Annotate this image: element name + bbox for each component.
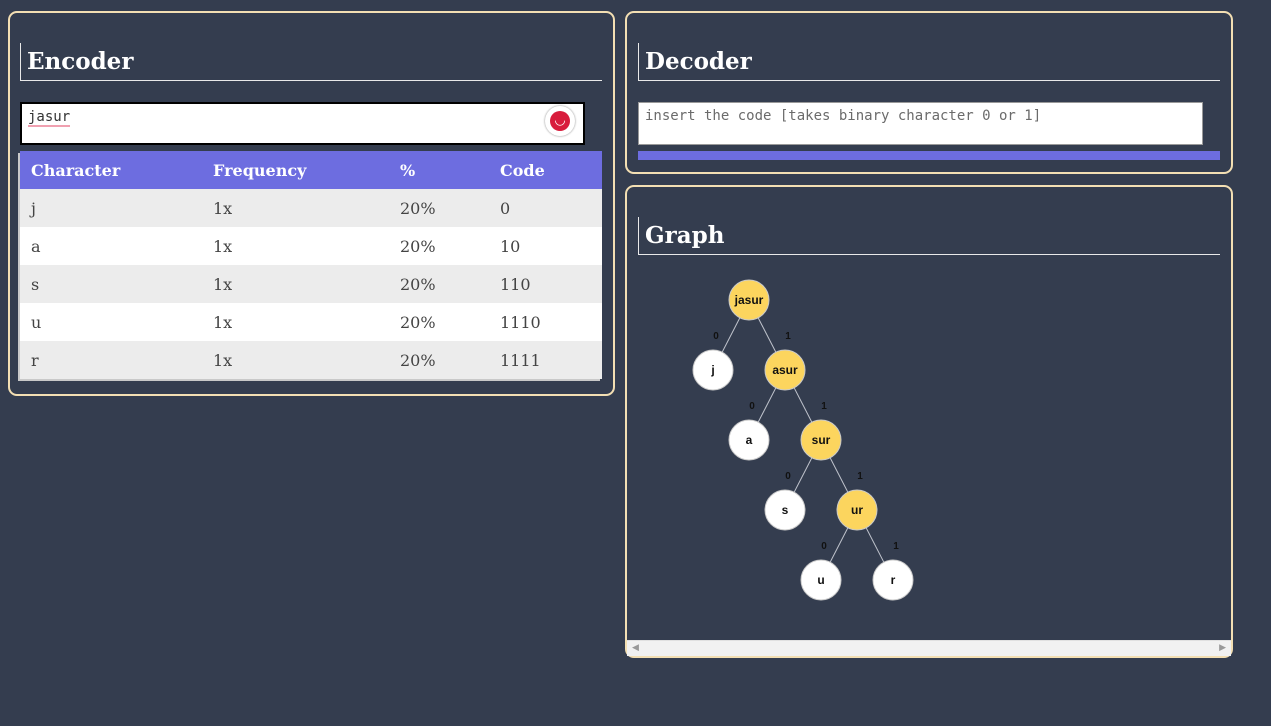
- cell-code: 1111: [489, 341, 602, 379]
- node-label: u: [817, 573, 824, 587]
- encoder-input[interactable]: jasur: [20, 102, 585, 145]
- refresh-icon: ◡: [550, 111, 570, 131]
- cell-frequency: 1x: [202, 341, 389, 379]
- decoder-input[interactable]: insert the code [takes binary character …: [638, 102, 1203, 145]
- cell-percent: 20%: [389, 227, 489, 265]
- table-row: j 1x 20% 0: [20, 189, 602, 227]
- cell-frequency: 1x: [202, 265, 389, 303]
- table-row: a 1x 20% 10: [20, 227, 602, 265]
- node-label: r: [891, 573, 896, 587]
- node-label: sur: [812, 433, 831, 447]
- node-label: ur: [851, 503, 863, 517]
- cell-frequency: 1x: [202, 189, 389, 227]
- edge-bit-label: 0: [713, 331, 719, 342]
- graph-title: Graph: [638, 217, 1220, 255]
- cell-character: j: [20, 189, 202, 227]
- edge-bit-label: 1: [857, 471, 863, 482]
- edge-bit-label: 1: [893, 541, 899, 552]
- frequency-table: Character Frequency % Code j 1x 20% 0 a …: [20, 151, 602, 379]
- column-header-character: Character: [20, 151, 202, 189]
- edge-bit-label: 0: [785, 471, 791, 482]
- edge-bit-label: 1: [785, 331, 791, 342]
- encoder-title: Encoder: [20, 43, 602, 81]
- table-row: s 1x 20% 110: [20, 265, 602, 303]
- decoder-title: Decoder: [638, 43, 1220, 81]
- huffman-tree: 0 10 10 10 1jasurj asura surs uru r: [692, 279, 914, 601]
- cell-character: u: [20, 303, 202, 341]
- cell-percent: 20%: [389, 303, 489, 341]
- scroll-left-icon[interactable]: ◀: [632, 643, 639, 653]
- edge-bit-label: 1: [821, 401, 827, 412]
- node-label: asur: [772, 363, 798, 377]
- scroll-right-icon[interactable]: ▶: [1219, 643, 1226, 653]
- cell-percent: 20%: [389, 189, 489, 227]
- cell-code: 110: [489, 265, 602, 303]
- cell-character: a: [20, 227, 202, 265]
- table-header-row: Character Frequency % Code: [20, 151, 602, 189]
- encoder-input-value: jasur: [28, 109, 71, 127]
- cell-character: r: [20, 341, 202, 379]
- table-row: u 1x 20% 1110: [20, 303, 602, 341]
- column-header-percent: %: [389, 151, 489, 189]
- decoder-input-placeholder: insert the code [takes binary character …: [645, 108, 1042, 124]
- cell-character: s: [20, 265, 202, 303]
- node-label: s: [782, 503, 789, 517]
- column-header-frequency: Frequency: [202, 151, 389, 189]
- node-label: a: [746, 433, 753, 447]
- node-label: jasur: [734, 293, 764, 307]
- decoder-output-bar: [638, 151, 1220, 160]
- cell-code: 10: [489, 227, 602, 265]
- column-header-code: Code: [489, 151, 602, 189]
- edge-bit-label: 0: [821, 541, 827, 552]
- cell-frequency: 1x: [202, 303, 389, 341]
- edge-bit-label: 0: [749, 401, 755, 412]
- cell-percent: 20%: [389, 341, 489, 379]
- table-row: r 1x 20% 1111: [20, 341, 602, 379]
- cell-frequency: 1x: [202, 227, 389, 265]
- cell-percent: 20%: [389, 265, 489, 303]
- cell-code: 0: [489, 189, 602, 227]
- horizontal-scrollbar[interactable]: ◀ ▶: [627, 640, 1231, 656]
- clear-button[interactable]: ◡: [545, 106, 575, 136]
- cell-code: 1110: [489, 303, 602, 341]
- node-label: j: [710, 363, 714, 377]
- decoder-panel: [625, 11, 1233, 174]
